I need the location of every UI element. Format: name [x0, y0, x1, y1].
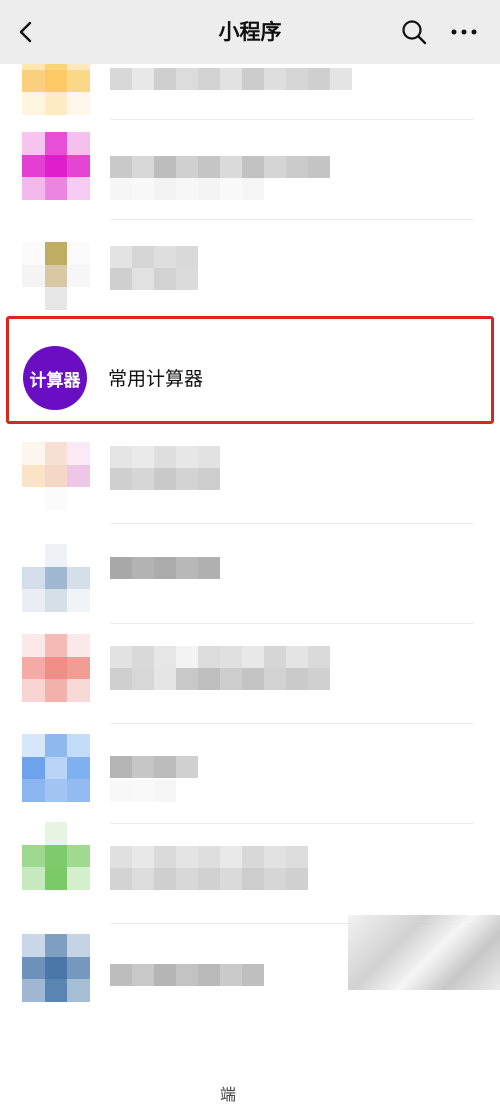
- app-name-blurred: [110, 246, 198, 268]
- app-name-blurred: [110, 646, 330, 668]
- app-desc-blurred: [110, 668, 330, 690]
- app-icon-blurred: [22, 132, 90, 200]
- app-name: 常用计算器: [108, 368, 204, 390]
- app-icon-blurred: [22, 634, 90, 702]
- list-item[interactable]: [0, 624, 500, 724]
- app-name-blurred: [110, 964, 264, 986]
- app-desc-blurred: [110, 780, 176, 802]
- app-name-blurred: [110, 446, 220, 468]
- app-icon-blurred: [22, 822, 90, 890]
- nav-header: 小程序: [0, 0, 500, 64]
- app-name-blurred: [110, 756, 198, 778]
- list-item-calculator[interactable]: 计算器 常用计算器: [0, 318, 500, 418]
- app-icon-text: 计算器: [29, 370, 81, 391]
- app-desc-blurred: [110, 268, 198, 290]
- app-icon-blurred: [22, 242, 90, 310]
- chevron-left-icon[interactable]: [12, 18, 40, 46]
- app-icon-blurred: [22, 934, 90, 1002]
- list-item[interactable]: [0, 822, 500, 924]
- app-name-blurred: [110, 156, 330, 178]
- app-desc-blurred: [110, 468, 220, 490]
- app-name-blurred: [110, 557, 220, 579]
- list-item[interactable]: [0, 724, 500, 824]
- app-desc-blurred: [110, 868, 308, 890]
- search-icon[interactable]: [400, 18, 428, 46]
- mini-program-list: 计算器 常用计算器 端: [0, 0, 500, 1104]
- list-item[interactable]: [0, 120, 500, 220]
- app-name-blurred: [110, 846, 308, 868]
- truncated-text: 端: [220, 1085, 237, 1104]
- list-item[interactable]: [0, 424, 500, 524]
- app-icon-blurred: [22, 442, 90, 510]
- app-icon-blurred: [22, 544, 90, 612]
- app-icon-blurred: [22, 734, 90, 802]
- list-item[interactable]: [0, 220, 500, 320]
- list-item[interactable]: 端: [0, 524, 500, 1104]
- calculator-app-icon: 计算器: [23, 346, 87, 410]
- watermark-blur: [348, 915, 500, 990]
- more-horizontal-icon[interactable]: [448, 18, 480, 46]
- app-name-blurred: [110, 68, 352, 90]
- app-desc-blurred: [110, 178, 264, 200]
